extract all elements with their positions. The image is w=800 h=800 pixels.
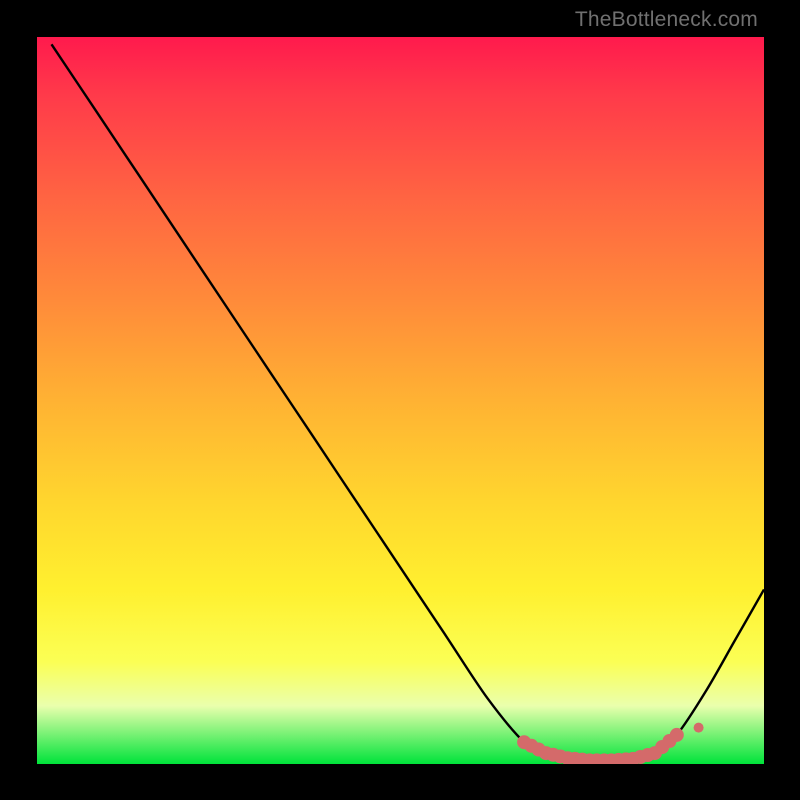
watermark-text: TheBottleneck.com	[575, 8, 758, 32]
valley-marker-dot	[670, 728, 684, 742]
bottleneck-line	[52, 44, 765, 760]
valley-markers	[517, 723, 704, 764]
plot-area	[37, 37, 764, 764]
valley-marker-dot	[694, 723, 704, 733]
chart-frame: TheBottleneck.com	[0, 0, 800, 800]
chart-svg	[37, 37, 764, 764]
curve-path	[52, 44, 765, 760]
